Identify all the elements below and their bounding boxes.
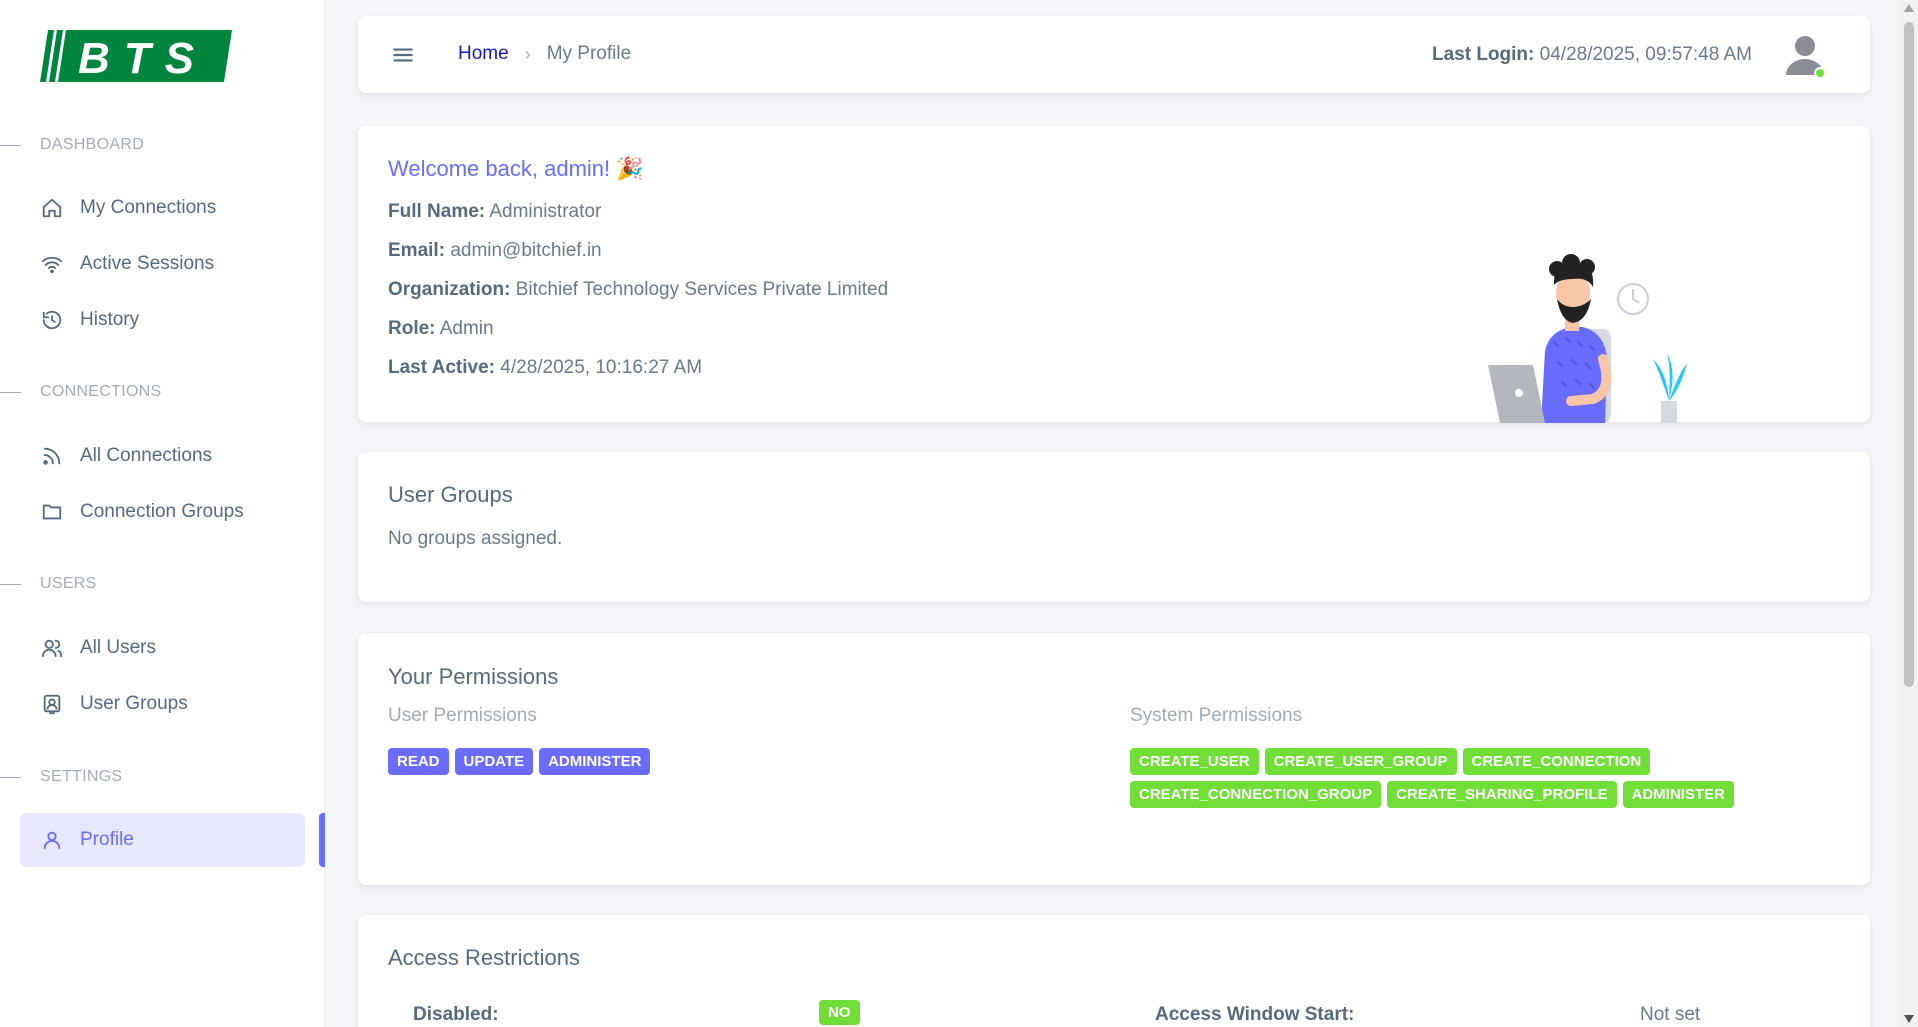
svg-text:BTS: BTS: [78, 34, 208, 83]
access-restrictions-title: Access Restrictions: [388, 945, 580, 970]
disabled-status-badge: NO: [819, 1000, 860, 1025]
nav-header-connections: CONNECTIONS: [0, 382, 162, 402]
sidebar: BTS DASHBOARD My Connections Active Sess…: [0, 0, 325, 1027]
info-full-name: Full Name: Administrator: [388, 201, 602, 222]
users-icon: [40, 636, 64, 660]
last-login-label: Last Login:: [1431, 44, 1535, 65]
scroll-thumb[interactable]: [1904, 22, 1914, 687]
avatar[interactable]: [1782, 31, 1830, 79]
welcome-card: Welcome back, admin! 🎉 Full Name: Admini…: [358, 126, 1870, 423]
wifi-icon: [40, 252, 64, 276]
page-scrollbar[interactable]: [1900, 0, 1918, 1027]
permission-badge: CREATE_CONNECTION_GROUP: [1130, 781, 1382, 808]
user-permissions-badges: READ UPDATE ADMINISTER: [388, 748, 988, 775]
info-last-active: Last Active: 4/28/2025, 10:16:27 AM: [388, 357, 703, 378]
sidebar-item-label: History: [80, 309, 140, 330]
rss-icon: [40, 444, 64, 468]
user-groups-title: User Groups: [388, 482, 513, 507]
sidebar-item-label: Profile: [80, 829, 134, 850]
permission-badge: ADMINISTER: [539, 748, 651, 775]
system-permissions-title: System Permissions: [1130, 705, 1303, 726]
sidebar-item-label: User Groups: [80, 693, 188, 714]
info-role: Role: Admin: [388, 318, 494, 339]
sidebar-item-user-groups[interactable]: User Groups: [20, 677, 305, 731]
history-icon: [40, 308, 64, 332]
disabled-label: Disabled:: [413, 1004, 499, 1025]
home-icon: [40, 196, 64, 220]
man-with-laptop-illustration: [1488, 254, 1687, 423]
user-group-icon: [40, 692, 64, 716]
access-window-start-label: Access Window Start:: [1155, 1004, 1355, 1025]
sidebar-item-label: All Users: [80, 637, 157, 658]
sidebar-item-label: All Connections: [80, 445, 213, 466]
nav-header-dashboard: DASHBOARD: [0, 135, 144, 155]
sidebar-item-my-connections[interactable]: My Connections: [20, 181, 305, 235]
sidebar-item-history[interactable]: History: [20, 293, 305, 347]
breadcrumb: Home › My Profile: [458, 43, 631, 65]
top-navbar: Home › My Profile Last Login: 04/28/2025…: [358, 16, 1870, 93]
info-email: Email: admin@bitchief.in: [388, 240, 602, 261]
sidebar-item-all-connections[interactable]: All Connections: [20, 429, 305, 483]
permission-badge: ADMINISTER: [1622, 781, 1734, 808]
folder-icon: [40, 500, 64, 524]
sidebar-item-label: My Connections: [80, 197, 217, 218]
user-groups-card: User Groups No groups assigned.: [358, 452, 1870, 602]
breadcrumb-home-link[interactable]: Home: [458, 43, 509, 65]
scroll-up-arrow-icon[interactable]: [1904, 4, 1914, 12]
last-login-value: 04/28/2025, 09:57:48 AM: [1539, 44, 1752, 65]
nav-header-settings: SETTINGS: [0, 767, 122, 787]
sidebar-item-connection-groups[interactable]: Connection Groups: [20, 485, 305, 539]
access-window-start-value: Not set: [1640, 1004, 1701, 1025]
system-permissions-badges: CREATE_USER CREATE_USER_GROUP CREATE_CON…: [1130, 748, 1750, 808]
sidebar-item-profile[interactable]: Profile: [20, 813, 305, 867]
sidebar-item-active-sessions[interactable]: Active Sessions: [20, 237, 305, 291]
user-permissions-title: User Permissions: [388, 705, 537, 726]
bts-logo[interactable]: BTS: [40, 28, 232, 84]
sidebar-item-label: Connection Groups: [80, 501, 244, 522]
scroll-down-arrow-icon[interactable]: [1904, 1015, 1914, 1023]
user-icon: [40, 828, 64, 852]
welcome-title: Welcome back, admin! 🎉: [388, 156, 644, 181]
active-indicator: [319, 813, 325, 867]
user-avatar-icon: [1786, 36, 1826, 79]
permission-badge: CREATE_USER_GROUP: [1264, 748, 1457, 775]
permission-badge: CREATE_USER: [1130, 748, 1259, 775]
sidebar-item-label: Active Sessions: [80, 253, 215, 274]
chevron-right-icon: ›: [524, 43, 531, 64]
last-login: Last Login: 04/28/2025, 09:57:48 AM: [1432, 44, 1752, 66]
menu-icon[interactable]: [390, 42, 416, 68]
permission-badge: CREATE_CONNECTION: [1462, 748, 1651, 775]
permissions-title: Your Permissions: [388, 664, 559, 689]
permission-badge: CREATE_SHARING_PROFILE: [1387, 781, 1617, 808]
permission-badge: READ: [388, 748, 449, 775]
access-restrictions-card: Access Restrictions Disabled: NO Access …: [358, 915, 1870, 1027]
permissions-card: Your Permissions User Permissions READ U…: [358, 633, 1870, 885]
breadcrumb-current: My Profile: [546, 43, 632, 64]
no-groups-text: No groups assigned.: [388, 528, 563, 549]
permission-badge: UPDATE: [454, 748, 534, 775]
sidebar-item-all-users[interactable]: All Users: [20, 621, 305, 675]
nav-header-users: USERS: [0, 574, 97, 594]
info-organization: Organization: Bitchief Technology Servic…: [388, 279, 889, 300]
